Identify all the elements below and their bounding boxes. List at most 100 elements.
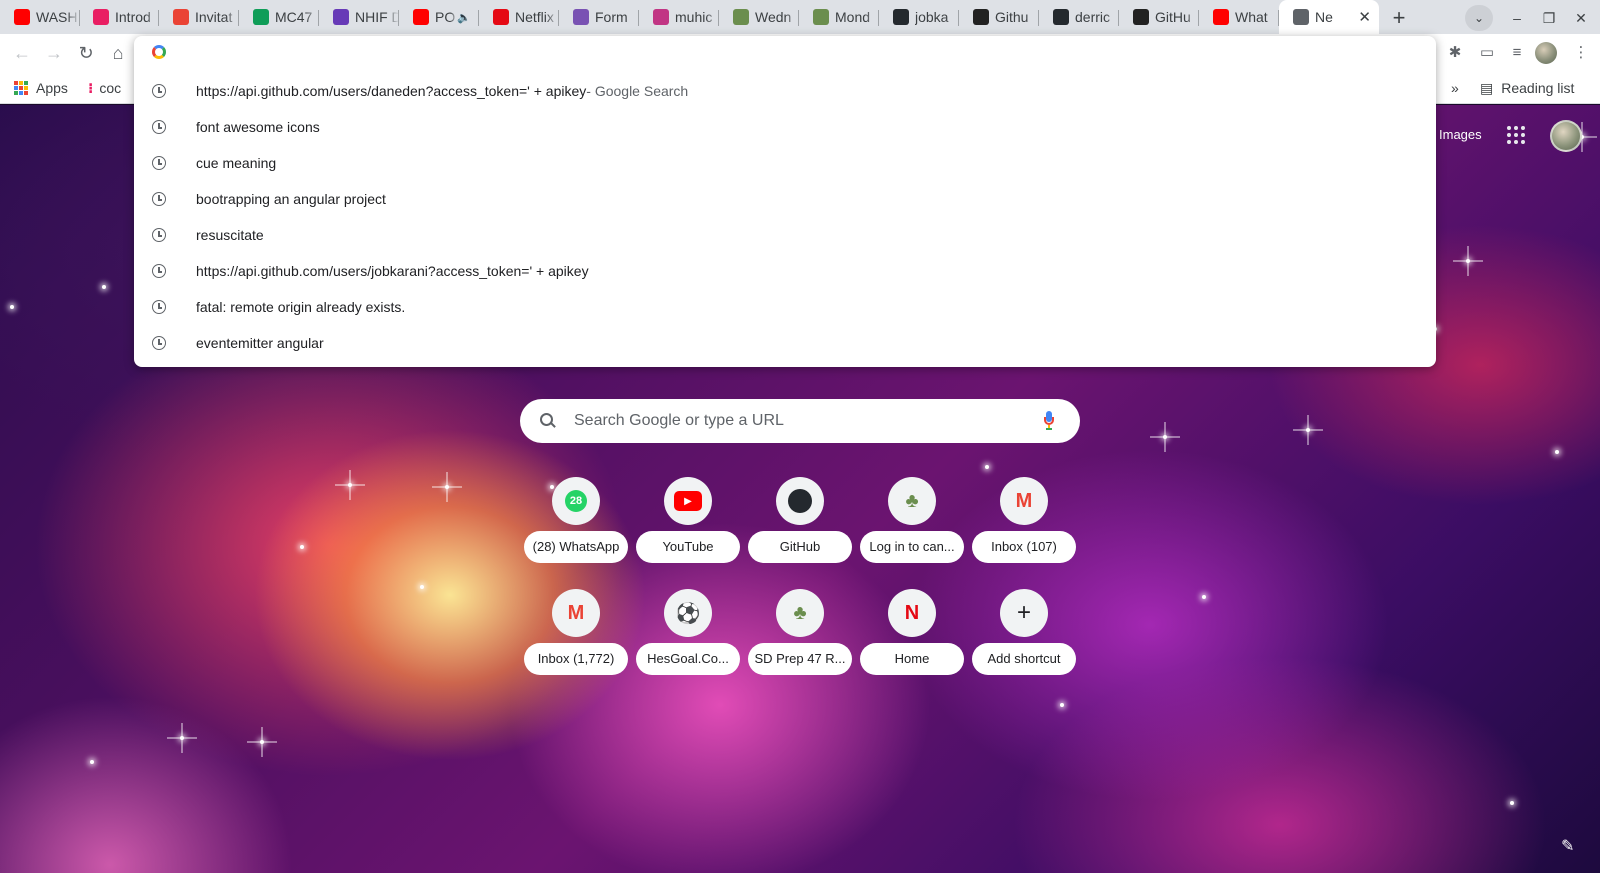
history-clock-icon	[152, 156, 166, 170]
bookmark-folder-icon: ⁝	[88, 79, 94, 96]
tab-5[interactable]: PO 🔈	[399, 2, 479, 32]
omnibox-suggestion[interactable]: fatal: remote origin already exists.	[134, 289, 1436, 325]
tab-12[interactable]: Githu	[959, 2, 1039, 32]
tab-6[interactable]: Netflix	[479, 2, 559, 32]
audio-playing-icon[interactable]: 🔈	[457, 11, 471, 24]
tab-title: Githu	[995, 9, 1029, 25]
shortcut-label: Home	[860, 643, 964, 675]
tab-title: WASH	[36, 9, 78, 25]
tab-strip: WASH Introd Invitat MC47 NHIF D PO 🔈 Netflix For…	[0, 0, 1600, 34]
tab-0[interactable]: WASH	[0, 2, 80, 32]
forward-button[interactable]: →	[40, 39, 68, 67]
suggestion-text: eventemitter angular	[196, 335, 324, 351]
tab-4[interactable]: NHIF D	[319, 2, 399, 32]
extensions-icon[interactable]: ✱	[1442, 40, 1468, 66]
suggestion-text: bootrapping an angular project	[196, 191, 386, 207]
bookmark-item[interactable]: ⁝ coc	[88, 77, 121, 99]
bookmark-apps[interactable]: Apps	[14, 77, 68, 99]
home-button[interactable]: ⌂	[104, 39, 132, 67]
minimize-button[interactable]: –	[1505, 6, 1529, 30]
reading-list-button[interactable]: ▤ Reading list	[1480, 77, 1574, 99]
tree-icon: ♣	[776, 589, 824, 637]
omnibox-suggestion[interactable]: resuscitate	[134, 217, 1436, 253]
tab-8[interactable]: muhic	[639, 2, 719, 32]
github-icon	[893, 9, 909, 25]
shortcut-tile[interactable]: M Inbox (107)	[972, 477, 1076, 573]
tab-13[interactable]: derric	[1039, 2, 1119, 32]
images-link[interactable]: Images	[1439, 127, 1482, 142]
shortcut-tile[interactable]: 28 (28) WhatsApp	[524, 477, 628, 573]
shortcut-label: SD Prep 47 R...	[748, 643, 852, 675]
customize-pencil-icon[interactable]: ✎	[1561, 836, 1574, 856]
forms-icon	[333, 9, 349, 25]
overflow-chevron-icon: »	[1451, 80, 1459, 96]
omnibox-suggestion[interactable]: bootrapping an angular project	[134, 181, 1436, 217]
account-avatar[interactable]	[1550, 120, 1582, 152]
shortcut-label: GitHub	[748, 531, 852, 563]
shortcut-tile[interactable]: + Add shortcut	[972, 589, 1076, 685]
google-apps-icon[interactable]	[1507, 126, 1525, 144]
close-window-button[interactable]: ✕	[1569, 6, 1593, 30]
ntp-search-box[interactable]: Search Google or type a URL	[520, 399, 1080, 443]
restore-button[interactable]: ❐	[1537, 6, 1561, 30]
omnibox-input[interactable]	[180, 43, 1436, 61]
tab-2[interactable]: Invitat	[159, 2, 239, 32]
omnibox-suggestion[interactable]: cue meaning	[134, 145, 1436, 181]
gmail-icon: M	[552, 589, 600, 637]
shortcut-tile[interactable]: ▶ YouTube	[636, 477, 740, 573]
tab-1[interactable]: Introd	[79, 2, 159, 32]
reading-list-icon: ▤	[1480, 79, 1494, 96]
shortcut-tile[interactable]: M Inbox (1,772)	[524, 589, 628, 685]
google-g-icon	[152, 45, 166, 59]
youtube-icon: ▶	[664, 477, 712, 525]
omnibox-suggestion[interactable]: https://api.github.com/users/daneden?acc…	[134, 73, 1436, 109]
tab-title: PO	[435, 9, 456, 25]
tab-7[interactable]: Form	[559, 2, 639, 32]
tab-16[interactable]: Ne ✕	[1279, 0, 1379, 34]
omnibox-suggestion[interactable]: eventemitter angular	[134, 325, 1436, 361]
bookmarks-overflow-button[interactable]: »	[1451, 77, 1459, 99]
new-tab-button[interactable]: +	[1385, 5, 1413, 33]
menu-icon[interactable]: ⋮	[1568, 40, 1594, 66]
history-clock-icon	[152, 264, 166, 278]
suggestion-text: font awesome icons	[196, 119, 320, 135]
reload-button[interactable]: ↻	[72, 39, 100, 67]
tab-9[interactable]: Wedn	[719, 2, 799, 32]
shortcut-tile[interactable]: ♣ SD Prep 47 R...	[748, 589, 852, 685]
shortcut-label: HesGoal.Co...	[636, 643, 740, 675]
profile-avatar[interactable]	[1535, 42, 1557, 64]
plus-icon: +	[1000, 589, 1048, 637]
bookmark-item-label: coc	[99, 80, 122, 96]
chrome-icon	[1293, 9, 1309, 25]
tab-14[interactable]: GitHu	[1119, 2, 1199, 32]
shortcut-tile[interactable]: ⚽ HesGoal.Co...	[636, 589, 740, 685]
tab-10[interactable]: Mond	[799, 2, 879, 32]
suggestion-text: https://api.github.com/users/jobkarani?a…	[196, 263, 589, 279]
tab-title: muhic	[675, 9, 713, 25]
shortcut-tile[interactable]: ♣ Log in to can...	[860, 477, 964, 573]
tree-icon: ♣	[888, 477, 936, 525]
tab-11[interactable]: jobka	[879, 2, 959, 32]
omnibox-suggestion[interactable]: font awesome icons	[134, 109, 1436, 145]
cast-icon[interactable]: ▭	[1474, 40, 1500, 66]
history-clock-icon	[152, 336, 166, 350]
shortcut-tile[interactable]: GitHub	[748, 477, 852, 573]
tab-title: Introd	[115, 9, 151, 25]
omnibox[interactable]	[134, 36, 1436, 68]
media-control-icon[interactable]: ≡	[1504, 40, 1530, 66]
back-button[interactable]: ←	[8, 39, 36, 67]
omnibox-suggestion[interactable]: https://api.github.com/users/jobkarani?a…	[134, 253, 1436, 289]
tab-title: Wedn	[755, 9, 792, 25]
close-tab-icon[interactable]: ✕	[1358, 8, 1379, 26]
tree-icon	[733, 9, 749, 25]
tab-15[interactable]: What	[1199, 2, 1279, 32]
microphone-icon[interactable]	[1044, 411, 1054, 431]
angular-icon	[1133, 9, 1149, 25]
shortcut-label: Inbox (107)	[972, 531, 1076, 563]
tab-search-button[interactable]: ⌄	[1465, 5, 1493, 31]
tab-title: NHIF D	[355, 9, 399, 25]
tab-3[interactable]: MC47	[239, 2, 319, 32]
shortcut-tile[interactable]: N Home	[860, 589, 964, 685]
youtube-icon	[14, 9, 30, 25]
tab-title: Mond	[835, 9, 871, 25]
